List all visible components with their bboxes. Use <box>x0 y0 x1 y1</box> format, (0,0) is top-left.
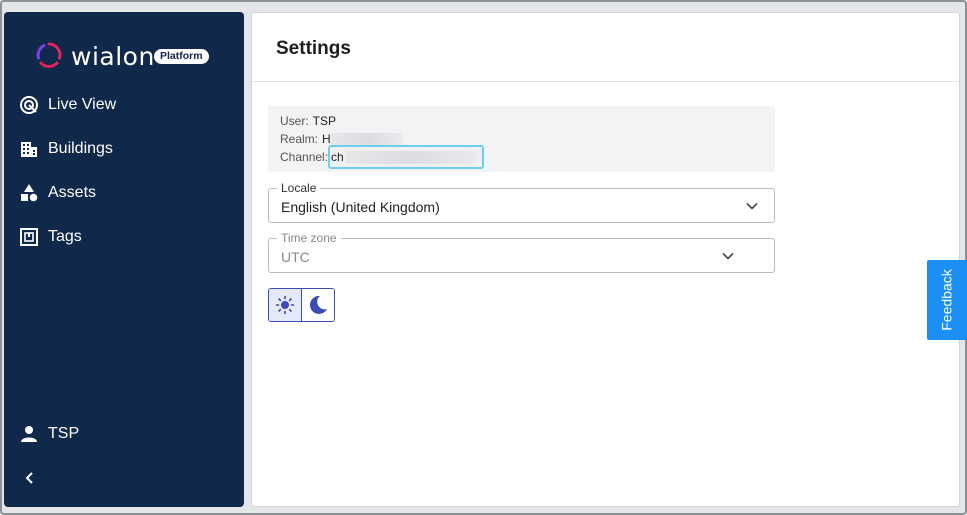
sidebar-user-label: TSP <box>48 425 80 442</box>
locale-value: English (United Kingdom) <box>281 199 440 215</box>
sidebar-item-buildings[interactable]: Buildings <box>18 135 113 163</box>
live-view-icon <box>18 94 40 116</box>
tags-icon <box>18 226 40 248</box>
account-info-box: User: TSP Realm: H Channel: ch <box>268 106 775 172</box>
page-title: Settings <box>276 38 351 59</box>
app-window: wialon Platform Live View Buildings Asse… <box>0 0 967 515</box>
feedback-label: Feedback <box>939 269 956 331</box>
moon-icon <box>309 295 327 314</box>
feedback-button[interactable]: Feedback <box>927 260 967 340</box>
info-channel-key: Channel: <box>280 150 329 164</box>
channel-input[interactable]: ch <box>328 145 484 169</box>
sidebar-item-label: Assets <box>48 184 97 201</box>
brand-name: wialon <box>71 42 155 71</box>
info-realm-key: Realm: <box>280 132 319 146</box>
redacted-text <box>330 132 403 146</box>
divider <box>252 81 959 82</box>
settings-panel: Settings User: TSP Realm: H Channel: ch … <box>251 12 960 507</box>
wialon-logo-icon <box>36 42 62 68</box>
theme-toggle <box>268 288 335 322</box>
collapse-sidebar-button[interactable] <box>20 468 40 488</box>
info-user-row: User: TSP <box>280 113 336 129</box>
assets-icon <box>18 182 40 204</box>
timezone-label: Time zone <box>277 231 341 245</box>
sidebar-item-label: Buildings <box>48 140 113 157</box>
sidebar-item-tags[interactable]: Tags <box>18 223 82 251</box>
brand-badge: Platform <box>154 49 209 64</box>
info-user-value: TSP <box>312 114 337 128</box>
user-icon <box>18 423 40 445</box>
dark-theme-button[interactable] <box>301 289 334 321</box>
info-realm-value: H <box>322 132 331 146</box>
sidebar: wialon Platform Live View Buildings Asse… <box>4 12 244 507</box>
chevron-down-icon <box>746 202 758 210</box>
sidebar-item-user[interactable]: TSP <box>18 420 79 448</box>
redacted-text <box>345 150 476 164</box>
locale-select[interactable]: Locale English (United Kingdom) <box>268 181 775 223</box>
timezone-value: UTC <box>281 249 310 265</box>
buildings-icon <box>18 138 40 160</box>
info-channel-row: Channel: <box>280 149 328 165</box>
timezone-select[interactable]: Time zone UTC <box>268 231 775 273</box>
light-theme-button[interactable] <box>269 289 302 321</box>
sun-icon <box>275 295 295 315</box>
sidebar-item-live-view[interactable]: Live View <box>18 91 116 119</box>
chevron-left-icon <box>25 472 33 484</box>
locale-label: Locale <box>277 181 321 195</box>
channel-input-value: ch <box>331 150 344 164</box>
sidebar-item-label: Live View <box>48 96 117 113</box>
info-user-key: User: <box>280 114 309 128</box>
sidebar-item-assets[interactable]: Assets <box>18 179 96 207</box>
chevron-down-icon <box>722 252 734 260</box>
sidebar-item-label: Tags <box>48 228 82 245</box>
